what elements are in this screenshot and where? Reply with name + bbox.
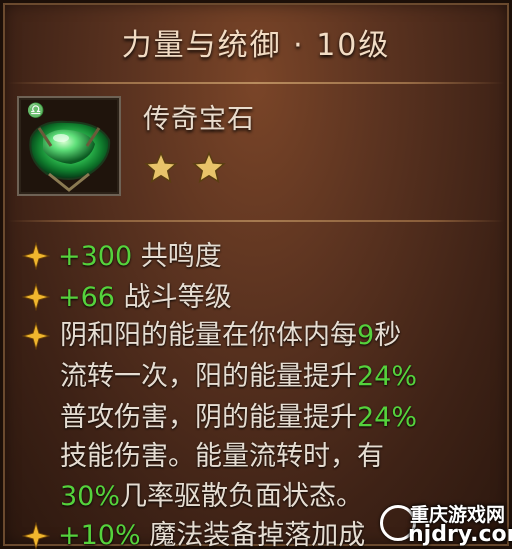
effect-line-5: 30%几率驱散负面状态。 [60,478,363,516]
effect-text: 流转一次，阳的能量提升 [60,361,357,392]
legendary-gem-icon: ♎ [27,102,111,192]
effect-line-3: 普攻伤害，阴的能量提升24% [60,399,417,437]
bonus-label: 魔法装备掉落加成 [149,520,366,549]
sparkle-bullet-icon [22,242,50,270]
item-tooltip: 力量与统御 · 10级 ♎ 传奇宝石 +300 共鸣度 +66 战斗等级 阴和阳… [0,0,512,549]
bonus-value: +10% [58,520,141,549]
sparkle-bullet-icon [22,522,50,549]
gem-icon-frame: ♎ [17,96,121,196]
effect-value: 9 [357,320,375,351]
svg-text:♎: ♎ [27,102,44,119]
tooltip-title: 力量与统御 · 10级 [121,28,391,63]
star-icon [144,151,178,184]
stat-value: +300 [58,241,133,272]
item-name: 传奇宝石 [143,104,255,135]
effect-line-2: 流转一次，阳的能量提升24% [60,358,417,396]
stat-value: +66 [58,282,115,313]
star-icon [192,151,226,184]
title-divider [8,82,504,84]
effect-text: 阴和阳的能量在你体内每 [60,320,357,351]
effect-text: 几率驱散负面状态。 [120,481,364,512]
watermark-url: njdry.com [408,522,512,547]
stat-label: 战斗等级 [123,282,232,313]
rank-stars [143,150,227,186]
effect-text: 技能伤害。能量流转时，有 [60,441,384,472]
stat-combat-level: +66 战斗等级 [58,279,232,317]
effect-line-4: 技能伤害。能量流转时，有 [60,438,384,476]
effect-text: 普攻伤害，阴的能量提升 [60,402,357,433]
section-divider [8,220,504,222]
stat-label: 共鸣度 [140,241,222,272]
effect-text: 秒 [374,320,402,351]
effect-line-1: 阴和阳的能量在你体内每9秒 [60,317,401,355]
effect-value: 24% [357,361,418,392]
effect-value: 24% [357,402,418,433]
sparkle-bullet-icon [22,283,50,311]
effect-value: 30% [60,481,121,512]
sparkle-bullet-icon [22,322,50,350]
stat-resonance: +300 共鸣度 [58,238,222,276]
bonus-line: +10% 魔法装备掉落加成 [58,517,365,549]
